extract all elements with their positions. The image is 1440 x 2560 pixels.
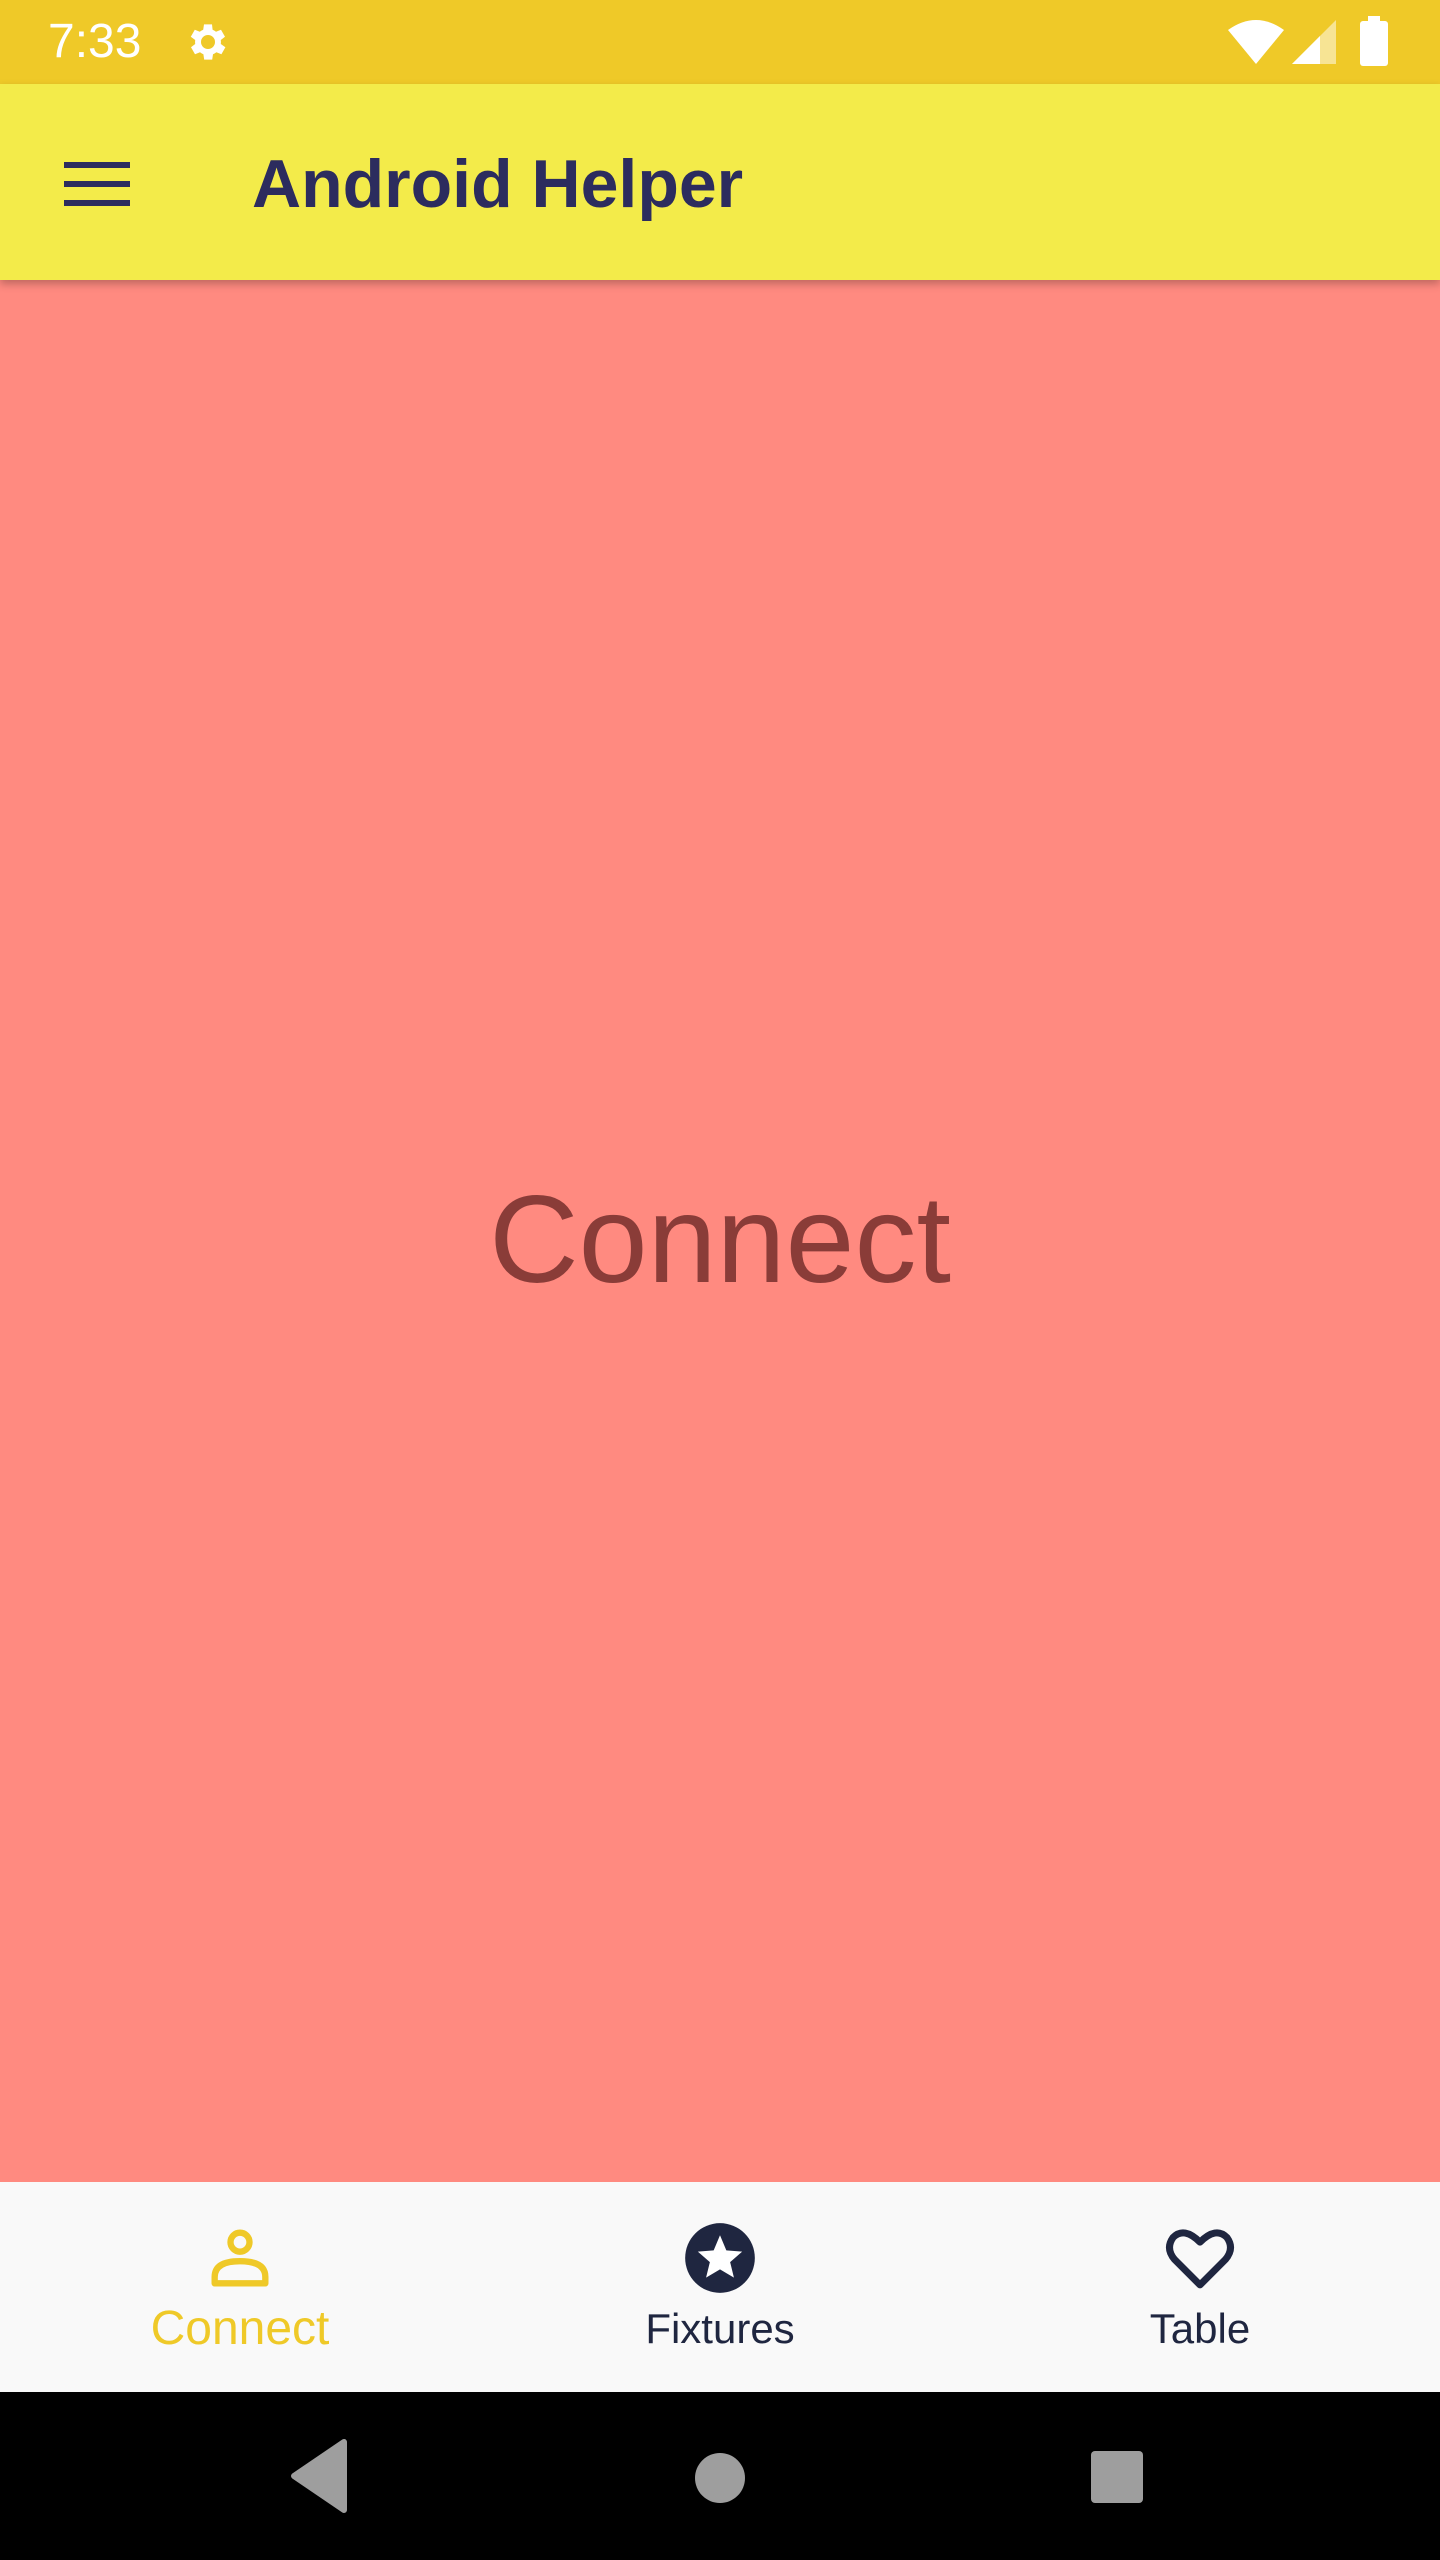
nav-label-fixtures: Fixtures xyxy=(645,2305,795,2352)
nav-item-table[interactable]: Table xyxy=(960,2182,1440,2392)
status-bar: 7:33 xyxy=(0,0,1440,84)
home-icon[interactable] xyxy=(694,2452,746,2504)
app-bar: Android Helper xyxy=(0,84,1440,280)
page-title: Android Helper xyxy=(252,146,744,222)
nav-label-table: Table xyxy=(1149,2305,1251,2352)
bottom-navigation: Connect Fixtures Table xyxy=(0,2182,1440,2392)
battery-icon xyxy=(1360,16,1388,66)
person-icon xyxy=(211,2229,269,2287)
content-label: Connect xyxy=(489,1171,951,1309)
cell-signal-icon xyxy=(1292,20,1336,64)
menu-icon xyxy=(64,162,130,206)
main-content: Connect xyxy=(0,280,1440,2182)
back-icon[interactable] xyxy=(288,2436,348,2516)
status-time: 7:33 xyxy=(48,15,142,68)
menu-button[interactable] xyxy=(44,136,140,232)
wifi-icon xyxy=(1228,20,1284,64)
nav-item-connect[interactable]: Connect xyxy=(0,2182,480,2392)
nav-label-connect: Connect xyxy=(150,2302,330,2355)
recents-icon[interactable] xyxy=(1090,2450,1144,2504)
system-navigation-bar xyxy=(0,2392,1440,2560)
gear-icon xyxy=(190,24,226,60)
heart-icon xyxy=(1166,2229,1234,2289)
app-screen: 7:33 Android Helper Connect Connect Fixt… xyxy=(0,0,1440,2560)
nav-item-fixtures[interactable]: Fixtures xyxy=(480,2182,960,2392)
star-icon xyxy=(685,2223,755,2293)
